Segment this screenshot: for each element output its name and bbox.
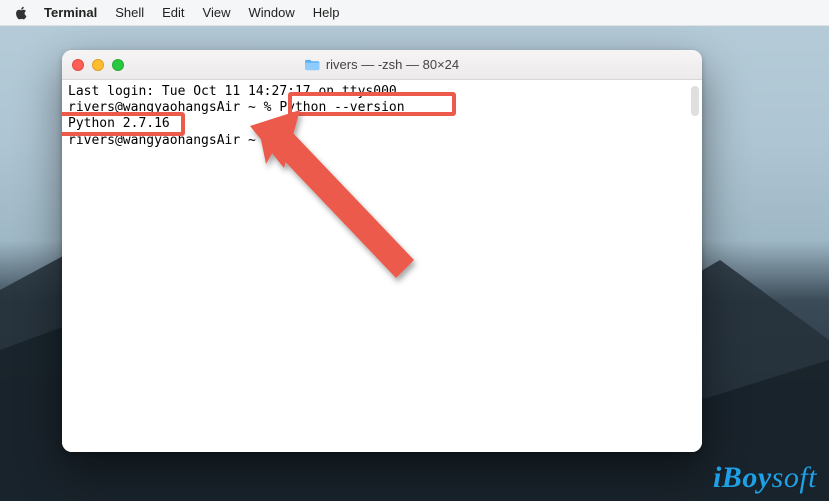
terminal-last-login: Last login: Tue Oct 11 14:27:17 on ttys0… bbox=[68, 84, 696, 100]
terminal-line-command: rivers@wangyaohangsAir ~ % Python --vers… bbox=[68, 100, 696, 116]
window-traffic-lights bbox=[72, 59, 124, 71]
terminal-line-output: Python 2.7.16 bbox=[68, 116, 696, 132]
window-zoom-button[interactable] bbox=[112, 59, 124, 71]
menu-shell[interactable]: Shell bbox=[115, 5, 144, 20]
watermark-suffix: soft bbox=[772, 461, 817, 494]
menu-help[interactable]: Help bbox=[313, 5, 340, 20]
window-minimize-button[interactable] bbox=[92, 59, 104, 71]
watermark-brand: iBoy bbox=[713, 461, 772, 494]
menu-edit[interactable]: Edit bbox=[162, 5, 184, 20]
terminal-line-prompt: rivers@wangyaohangsAir ~ % bbox=[68, 132, 696, 149]
typed-command: Python --version bbox=[279, 100, 404, 115]
window-title-text: rivers — -zsh — 80×24 bbox=[326, 57, 459, 72]
window-title: rivers — -zsh — 80×24 bbox=[62, 57, 702, 72]
prompt-tail: ~ % bbox=[240, 133, 279, 148]
folder-icon bbox=[305, 58, 320, 71]
watermark-logo: iBoysoft bbox=[713, 461, 817, 495]
prompt-user: rivers@wangyaohangsAir bbox=[68, 100, 240, 115]
scrollbar-thumb[interactable] bbox=[691, 86, 699, 116]
menu-window[interactable]: Window bbox=[249, 5, 295, 20]
apple-menu-icon[interactable] bbox=[14, 6, 28, 20]
prompt-tail: ~ % bbox=[240, 100, 279, 115]
menu-app-name[interactable]: Terminal bbox=[44, 5, 97, 20]
window-close-button[interactable] bbox=[72, 59, 84, 71]
terminal-body[interactable]: Last login: Tue Oct 11 14:27:17 on ttys0… bbox=[62, 80, 702, 452]
window-titlebar[interactable]: rivers — -zsh — 80×24 bbox=[62, 50, 702, 80]
terminal-window: rivers — -zsh — 80×24 Last login: Tue Oc… bbox=[62, 50, 702, 452]
prompt-user: rivers@wangyaohangsAir bbox=[68, 133, 240, 148]
cursor-icon bbox=[279, 132, 287, 146]
menu-bar: Terminal Shell Edit View Window Help bbox=[0, 0, 829, 26]
menu-view[interactable]: View bbox=[203, 5, 231, 20]
